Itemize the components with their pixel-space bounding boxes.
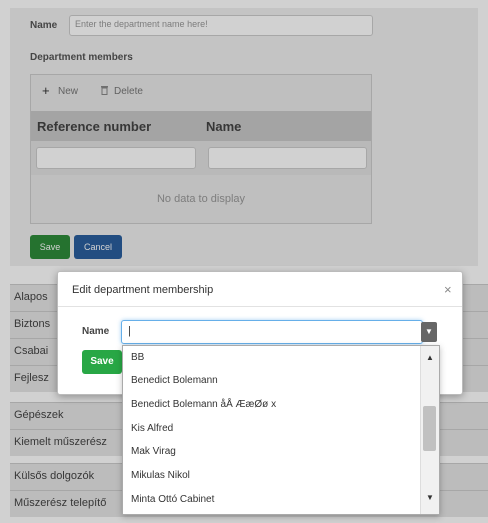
dropdown-option[interactable]: Mak Virag <box>131 446 176 457</box>
member-name-combobox[interactable]: | <box>121 320 423 344</box>
dialog-save-button[interactable]: Save <box>82 350 122 374</box>
dropdown-option[interactable]: BB <box>131 352 144 363</box>
dialog-title: Edit department membership <box>72 284 214 296</box>
scroll-up-icon[interactable]: ▲ <box>426 353 434 362</box>
scrollbar-thumb[interactable] <box>423 406 436 451</box>
dialog-divider <box>58 306 462 307</box>
dropdown-option[interactable]: Kis Alfred <box>131 423 173 434</box>
member-name-label: Name <box>82 326 110 337</box>
dropdown-option[interactable]: Mikulas Nikol <box>131 470 190 481</box>
scroll-down-icon[interactable]: ▼ <box>426 493 434 502</box>
member-dropdown-list: BB Benedict Bolemann Benedict Bolemann å… <box>122 345 440 515</box>
chevron-down-icon[interactable]: ▼ <box>421 322 437 342</box>
dropdown-option[interactable]: Benedict Bolemann <box>131 375 218 386</box>
dropdown-option[interactable]: Benedict Bolemann åÅ ÆæØø x <box>131 399 276 410</box>
dropdown-option[interactable]: Minta Ottó Cabinet <box>131 494 214 505</box>
close-icon[interactable]: × <box>444 282 452 297</box>
